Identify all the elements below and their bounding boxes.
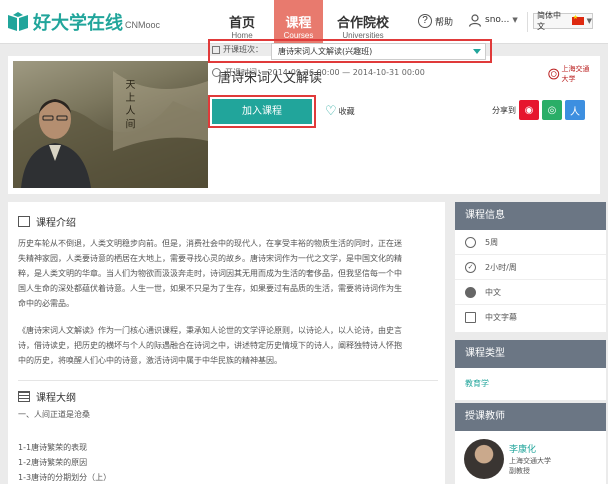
globe-icon [465, 286, 476, 298]
check-icon: ✓ [465, 261, 476, 273]
term-label-text: 开课班次： [223, 45, 263, 54]
course-info-title: 课程信息 [455, 202, 606, 230]
logo-text: 好大学在线 [33, 13, 123, 34]
renren-icon[interactable]: 人 [565, 100, 585, 120]
intro-line: 国人生命的深处都蕴伏着诗意。人生一世，如果不只是为了生存，如果要过有品质的生活，… [18, 284, 402, 293]
intro-line: 历史车轮从不倒退，人类文明稳步向前。但是，消费社会中的现代人，在享受丰裕的物质生… [18, 239, 402, 248]
course-time: 开课时间： 2014-09-26 00:00 — 2014-10-31 00:0… [212, 67, 425, 78]
outline-chapter[interactable]: 一、人间正道是沧桑 [18, 409, 90, 420]
university-logo[interactable]: 上海交通大学 [548, 65, 596, 83]
nav-universities-label: 合作院校 [336, 16, 389, 31]
cover-poem-text: 天 上 人 间 [123, 79, 134, 129]
outline-item[interactable]: 1-1唐诗繁荣的表现 [18, 442, 87, 453]
clock-icon [465, 236, 476, 248]
intro-line: 《唐诗宋词人文解读》作为一门核心通识课程，秉承知人论世的文学评论原则，以诗论人，… [18, 326, 402, 335]
teacher-panel: 授课教师 李康化 上海交通大学 副教授 [455, 403, 606, 484]
section-divider [18, 380, 438, 381]
outline-title: 课程大纲 [18, 389, 76, 404]
outline-icon [18, 391, 30, 402]
top-navbar: 好大学在线 CNMooc 首页 Home 课程 Courses 合作院校 Uni… [0, 0, 608, 44]
intro-paragraph-2: 《唐诗宋词人文解读》作为一门核心通识课程，秉承知人论世的文学评论原则，以诗论人，… [18, 323, 438, 368]
language-select[interactable]: 简体中文 ▼ [533, 11, 593, 31]
term-select[interactable]: 唐诗宋词人文解读(兴趣班) [271, 43, 486, 60]
teacher-avatar[interactable] [464, 439, 504, 479]
favorite-label: 收藏 [338, 107, 355, 116]
intro-line: 失精神家园，人类要诗意的栖居在大地上，需要寻找心灵的故乡。唐诗宋词作为一代之文学… [18, 254, 402, 263]
cover-illustration [13, 71, 208, 188]
teacher-panel-title: 授课教师 [455, 403, 606, 431]
user-icon [468, 14, 482, 27]
teacher-name[interactable]: 李康化 [509, 442, 536, 455]
help-link[interactable]: ? 帮助 [418, 14, 453, 28]
clock-icon [212, 68, 221, 77]
course-cover-image: 天 上 人 间 [13, 61, 208, 188]
university-name: 上海交通大学 [561, 65, 590, 83]
join-course-button[interactable]: 加入课程 [212, 99, 312, 124]
intro-line: 中的历史，将唤醒人们心中的诗意，激活诗词中属于中华民族的精神基因。 [18, 356, 282, 365]
nav-courses-label: 课程 [285, 16, 312, 31]
intro-line: 命中的必需品。 [18, 299, 74, 308]
calendar-icon [212, 45, 220, 54]
outline-item[interactable]: 1-3唐诗的分期划分（上） [18, 472, 111, 483]
help-label: 帮助 [435, 17, 454, 28]
course-type-link[interactable]: 教育学 [455, 378, 606, 389]
wechat-icon[interactable]: ◎ [542, 100, 562, 120]
intro-icon [18, 216, 30, 227]
site-logo[interactable]: 好大学在线 CNMooc [6, 9, 160, 35]
outline-title-text: 课程大纲 [36, 393, 76, 404]
info-duration-value: 5周 [485, 237, 499, 247]
intro-line: 粹，是人类文明的华章。当人们为物欲而汲汲奔走时，诗词因其无用而成为生活的奢侈品，… [18, 269, 402, 278]
intro-title-text: 课程介绍 [36, 218, 76, 229]
user-menu[interactable]: sno... ▼ [468, 13, 518, 27]
book-logo-icon [8, 12, 28, 31]
info-subtitles: 中文字幕 [455, 305, 606, 330]
info-language-value: 中文 [485, 287, 501, 297]
outline-item[interactable]: 1-2唐诗繁荣的原因 [18, 457, 87, 468]
weibo-icon[interactable]: ◉ [519, 100, 539, 120]
share-bar: 分享到 ◉ ◎ 人 [492, 100, 585, 120]
teacher-rank: 副教授 [509, 467, 530, 475]
nav-courses[interactable]: 课程 Courses [274, 0, 323, 44]
intro-line: 诗，借诗读史，把历史的横坏与个人的际遇融合在诗词之中，讲述特定历史情境下的诗人，… [18, 341, 402, 350]
chevron-down-icon: ▼ [512, 16, 518, 24]
info-language: 中文 [455, 280, 606, 305]
nav-home-label: 首页 [228, 16, 255, 31]
info-duration: 5周 [455, 230, 606, 255]
question-icon: ? [418, 14, 432, 28]
dropdown-caret-icon [473, 49, 481, 54]
share-label: 分享到 [492, 105, 516, 115]
favorite-button[interactable]: ♡ 收藏 [325, 104, 355, 119]
intro-title: 课程介绍 [18, 214, 76, 229]
language-label: 简体中文 [537, 11, 561, 31]
china-flag-icon [571, 14, 584, 25]
course-time-text: 开课时间： 2014-09-26 00:00 — 2014-10-31 00:0… [225, 68, 425, 77]
intro-paragraph-1: 历史车轮从不倒退，人类文明稳步向前。但是，消费社会中的现代人，在享受丰裕的物质生… [18, 236, 438, 311]
term-select-value: 唐诗宋词人文解读(兴趣班) [278, 47, 373, 56]
logo-subtext: CNMooc [125, 20, 161, 30]
heart-icon: ♡ [325, 104, 337, 119]
term-label: 开课班次： [212, 44, 263, 55]
university-emblem-icon [548, 68, 560, 80]
subtitle-icon [465, 312, 476, 323]
nav-home[interactable]: 首页 Home [217, 0, 267, 44]
course-type-panel: 课程类型 教育学 [455, 340, 606, 400]
course-type-title: 课程类型 [455, 340, 606, 368]
username: sno... [485, 15, 510, 25]
nav-divider [527, 12, 528, 32]
chevron-down-icon: ▼ [586, 17, 592, 25]
info-workload-value: 2小时/周 [485, 262, 517, 272]
info-workload: ✓ 2小时/周 [455, 255, 606, 280]
course-info-panel: 课程信息 5周 ✓ 2小时/周 中文 中文字幕 [455, 202, 606, 332]
teacher-university: 上海交通大学 [509, 457, 551, 465]
info-subtitles-value: 中文字幕 [485, 313, 517, 322]
course-content: 课程介绍 历史车轮从不倒退，人类文明稳步向前。但是，消费社会中的现代人，在享受丰… [8, 202, 445, 484]
nav-universities[interactable]: 合作院校 Universities [332, 0, 394, 44]
